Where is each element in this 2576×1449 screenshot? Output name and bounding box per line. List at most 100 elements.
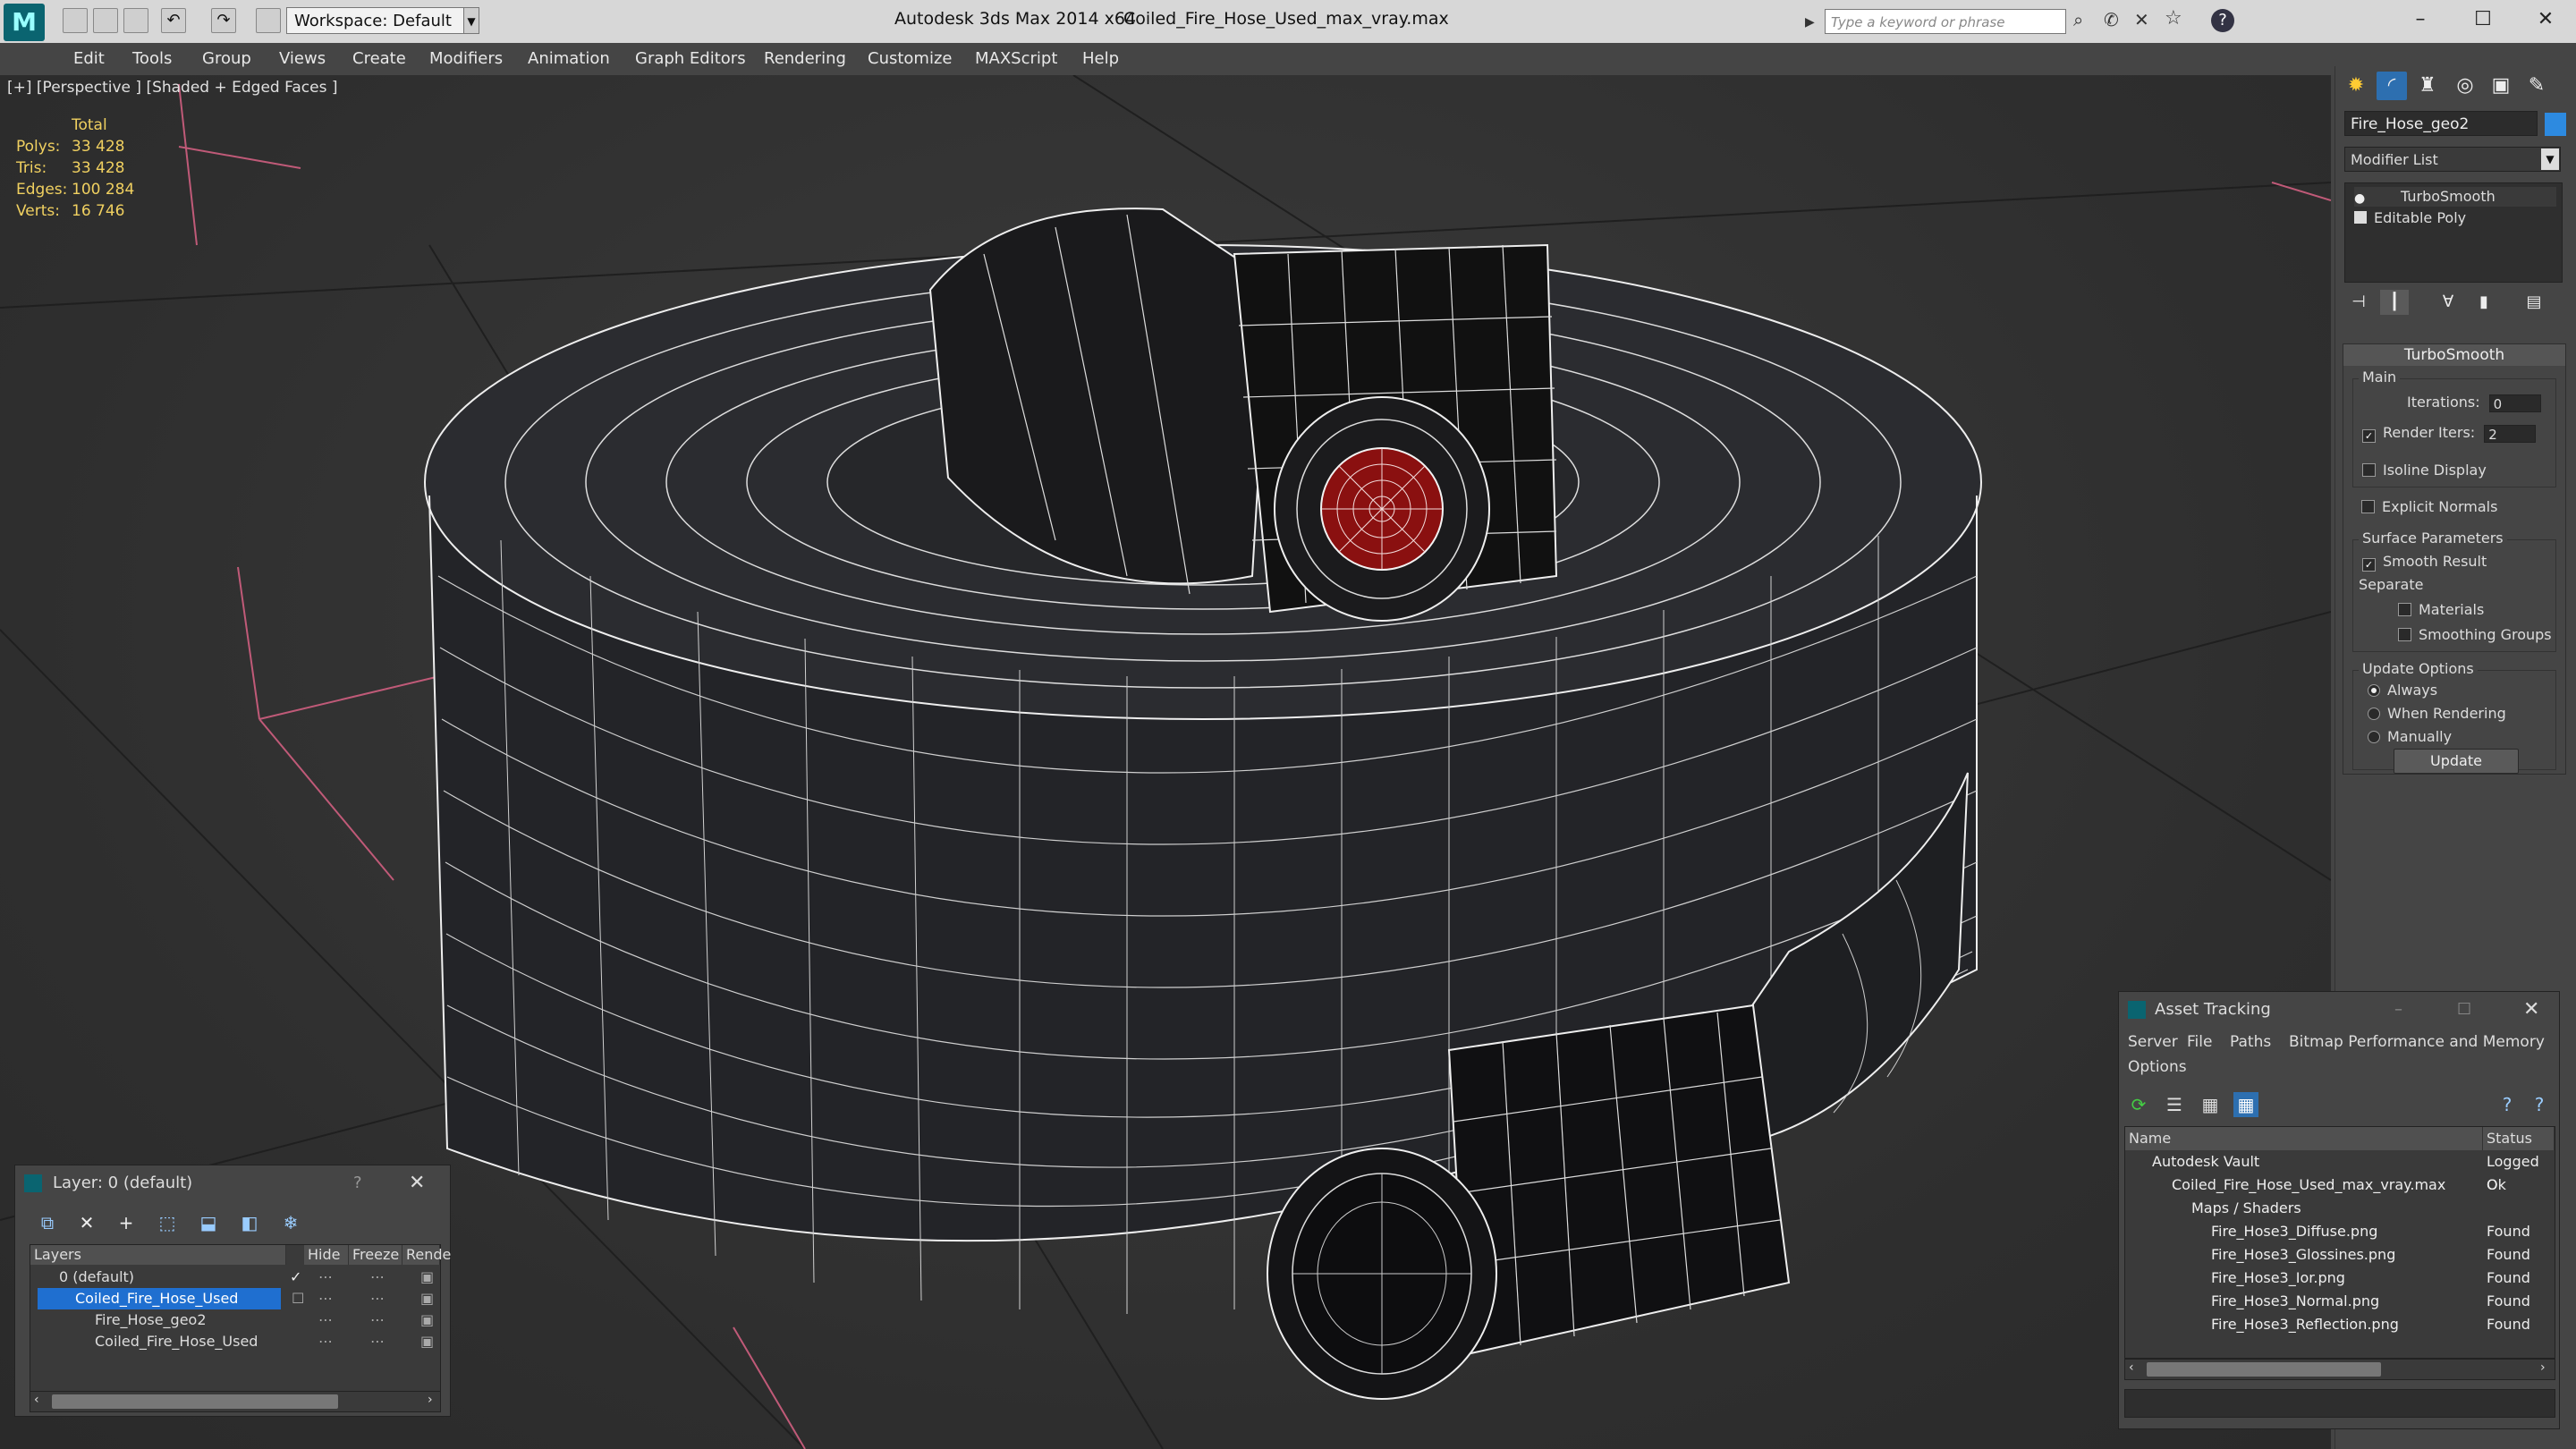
menu-edit[interactable]: Edit — [73, 43, 105, 75]
help-icon[interactable]: ? — [353, 1165, 362, 1201]
layer-row[interactable]: Coiled_Fire_Hose_Used ☐ ⋯ ⋯ ▣ — [30, 1288, 438, 1309]
layer-row[interactable]: Fire_Hose_geo2 ⋯ ⋯ ▣ — [30, 1309, 438, 1331]
asset-row[interactable]: Fire_Hose3_Glossines.png Found — [2125, 1243, 2555, 1267]
update-button[interactable]: Update — [2394, 749, 2519, 774]
stack-item-turbosmooth[interactable]: ● TurboSmooth — [2354, 187, 2556, 207]
help-icon[interactable]: ? — [2211, 9, 2234, 32]
smoothing-groups-checkbox[interactable]: Smoothing Groups — [2398, 626, 2552, 643]
app-logo-icon[interactable]: M — [4, 4, 45, 41]
when-rendering-radio[interactable]: When Rendering — [2368, 705, 2506, 722]
vault-settings-icon[interactable]: ? — [2527, 1092, 2552, 1117]
scroll-thumb[interactable] — [2147, 1362, 2381, 1377]
display-tab-icon[interactable]: ▣ — [2486, 72, 2516, 100]
utilities-tab-icon[interactable]: ✎ — [2521, 72, 2552, 100]
asset-menu-bitmap[interactable]: Bitmap Performance and Memory — [2289, 1033, 2545, 1051]
minimize-icon[interactable]: – — [2394, 992, 2402, 1028]
undo-icon[interactable]: ↶ — [161, 8, 186, 33]
smooth-result-checkbox[interactable]: ✓ Smooth Result — [2362, 553, 2487, 572]
layer-horizontal-scrollbar[interactable]: ‹ › — [30, 1391, 441, 1412]
column-freeze[interactable]: Freeze — [349, 1245, 402, 1265]
hide-all-icon[interactable]: ◧ — [237, 1210, 262, 1235]
menu-animation[interactable]: Animation — [528, 43, 610, 75]
object-color-swatch[interactable] — [2545, 113, 2566, 136]
manually-radio[interactable]: Manually — [2368, 728, 2452, 745]
menu-graph-editors[interactable]: Graph Editors — [635, 43, 746, 75]
vault-help-icon[interactable]: ? — [2495, 1092, 2520, 1117]
viewport-label[interactable]: [+] [Perspective ] [Shaded + Edged Faces… — [7, 79, 337, 97]
remove-modifier-icon[interactable]: ▮ — [2470, 290, 2498, 315]
motion-tab-icon[interactable]: ◎ — [2450, 72, 2480, 100]
modify-tab-icon[interactable]: ◜ — [2377, 72, 2407, 100]
exchange-icon[interactable]: ✕ — [2134, 9, 2157, 34]
object-name-field[interactable]: Fire_Hose_geo2 — [2344, 111, 2538, 136]
add-to-layer-icon[interactable]: + — [114, 1210, 139, 1235]
create-tab-icon[interactable]: ✹ — [2341, 72, 2371, 100]
layer-row[interactable]: 0 (default) ✓ ⋯ ⋯ ▣ — [30, 1267, 438, 1288]
new-file-icon[interactable] — [63, 8, 88, 33]
iterations-spinner[interactable]: 0 — [2488, 394, 2541, 412]
materials-checkbox[interactable]: Materials — [2398, 601, 2484, 618]
explicit-normals-checkbox[interactable]: Explicit Normals — [2361, 498, 2497, 515]
refresh-icon[interactable]: ⟳ — [2126, 1092, 2151, 1117]
column-name[interactable]: Name — [2125, 1127, 2483, 1150]
column-layers[interactable]: Layers — [30, 1245, 286, 1265]
asset-row[interactable]: Fire_Hose3_Ior.png Found — [2125, 1267, 2555, 1290]
stack-item-editable-poly[interactable]: Editable Poly — [2354, 208, 2466, 228]
asset-horizontal-scrollbar[interactable]: ‹ › — [2124, 1359, 2555, 1380]
menu-tools[interactable]: Tools — [132, 43, 172, 75]
column-hide[interactable]: Hide — [304, 1245, 349, 1265]
favorites-star-icon[interactable]: ☆ — [2165, 7, 2188, 32]
delete-layer-icon[interactable]: ✕ — [74, 1210, 99, 1235]
search-arrow-icon[interactable]: ▶ — [1805, 11, 1821, 34]
asset-menu-paths[interactable]: Paths — [2230, 1033, 2271, 1051]
asset-row[interactable]: Fire_Hose3_Reflection.png Found — [2125, 1313, 2555, 1336]
asset-row[interactable]: Fire_Hose3_Diffuse.png Found — [2125, 1220, 2555, 1243]
menu-create[interactable]: Create — [352, 43, 406, 75]
asset-row[interactable]: Fire_Hose3_Normal.png Found — [2125, 1290, 2555, 1313]
new-layer-icon[interactable]: ⧉ — [35, 1210, 60, 1235]
isoline-display-checkbox[interactable]: Isoline Display — [2362, 462, 2487, 479]
close-icon[interactable]: ✕ — [409, 1165, 425, 1201]
scroll-thumb[interactable] — [52, 1394, 338, 1409]
list-view-icon[interactable]: ☰ — [2162, 1092, 2187, 1117]
open-file-icon[interactable] — [93, 8, 118, 33]
menu-views[interactable]: Views — [279, 43, 326, 75]
chevron-down-icon[interactable]: ▼ — [463, 7, 479, 34]
search-input[interactable]: Type a keyword or phrase — [1825, 9, 2066, 34]
save-icon[interactable] — [123, 8, 148, 33]
chevron-down-icon[interactable]: ▼ — [2541, 148, 2559, 170]
render-iters-checkbox[interactable]: ✓ — [2362, 429, 2376, 443]
menu-maxscript[interactable]: MAXScript — [975, 43, 1057, 75]
lightbulb-icon[interactable]: ● — [2354, 192, 2367, 205]
always-radio[interactable]: Always — [2368, 682, 2437, 699]
maximize-icon[interactable]: ☐ — [2457, 992, 2471, 1028]
menu-customize[interactable]: Customize — [868, 43, 952, 75]
freeze-all-icon[interactable]: ❄ — [278, 1210, 303, 1235]
thumbnail-view-icon[interactable]: ▦ — [2198, 1092, 2223, 1117]
show-end-result-icon[interactable]: ┃ — [2380, 290, 2409, 315]
column-status[interactable]: Status — [2483, 1127, 2555, 1150]
close-icon[interactable]: ✕ — [2523, 992, 2539, 1028]
workspace-dropdown[interactable]: Workspace: Default — [286, 7, 478, 34]
close-icon[interactable]: ✕ — [2519, 4, 2572, 36]
layer-row[interactable]: Coiled_Fire_Hose_Used ⋯ ⋯ ▣ — [30, 1331, 438, 1352]
hierarchy-tab-icon[interactable]: ♜ — [2412, 72, 2443, 100]
asset-menu-file[interactable]: File — [2187, 1033, 2212, 1051]
asset-row[interactable]: Autodesk Vault Logged O — [2125, 1150, 2555, 1193]
rollout-title[interactable]: TurboSmooth — [2343, 344, 2565, 366]
menu-rendering[interactable]: Rendering — [764, 43, 846, 75]
menu-modifiers[interactable]: Modifiers — [429, 43, 503, 75]
column-render[interactable]: Rende — [402, 1245, 451, 1265]
project-folder-icon[interactable] — [256, 8, 281, 33]
render-iters-row[interactable]: ✓ Render Iters: 2 — [2362, 424, 2537, 443]
pin-stack-icon[interactable]: ⊣ — [2344, 290, 2373, 315]
asset-menu-options[interactable]: Options — [2128, 1058, 2187, 1076]
asset-path-field[interactable] — [2124, 1389, 2555, 1418]
asset-row[interactable]: Coiled_Fire_Hose_Used_max_vray.max Ok — [2125, 1174, 2555, 1197]
asset-menu-server[interactable]: Server — [2128, 1033, 2178, 1051]
menu-help[interactable]: Help — [1082, 43, 1119, 75]
communication-icon[interactable]: ✆ — [2104, 9, 2127, 34]
minimize-icon[interactable]: – — [2394, 4, 2447, 36]
table-view-icon[interactable]: ▦ — [2233, 1092, 2258, 1117]
modifier-list-dropdown[interactable]: Modifier List — [2344, 147, 2561, 172]
